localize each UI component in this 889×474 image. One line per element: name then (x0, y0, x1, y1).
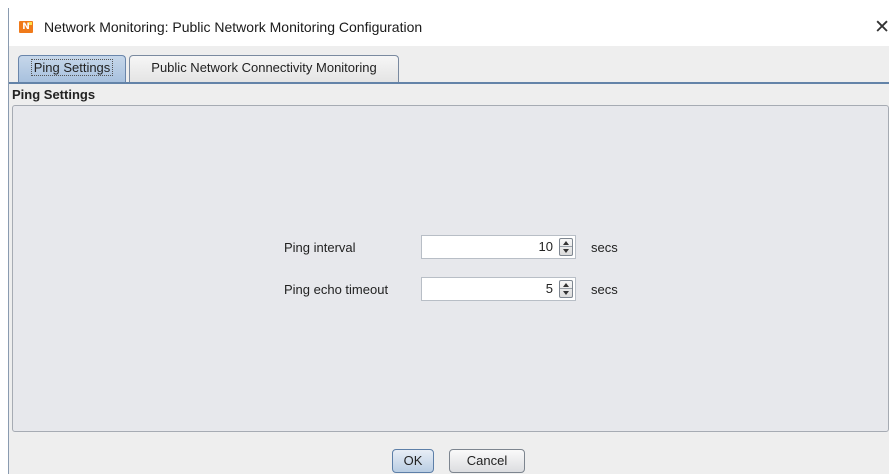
ping-echo-timeout-value[interactable]: 5 (546, 281, 553, 296)
tab-underline (9, 82, 889, 84)
close-icon[interactable]: ✕ (872, 17, 889, 37)
ping-echo-timeout-spinner[interactable]: 5 (421, 277, 576, 301)
tab-ping-settings[interactable]: Ping Settings (18, 55, 126, 82)
app-logo-icon: N (19, 21, 33, 33)
tab-strip: Ping Settings Public Network Connectivit… (9, 48, 889, 84)
spinner-up-icon[interactable] (563, 241, 569, 245)
ping-echo-timeout-unit: secs (591, 282, 618, 297)
spinner-down-icon[interactable] (563, 291, 569, 295)
ping-interval-stepper[interactable] (559, 238, 573, 256)
window-title: Network Monitoring: Public Network Monit… (44, 19, 423, 35)
dialog-window: N Network Monitoring: Public Network Mon… (8, 8, 889, 474)
tab-public-network-connectivity-monitoring[interactable]: Public Network Connectivity Monitoring (129, 55, 399, 82)
spinner-up-icon[interactable] (563, 283, 569, 287)
spinner-divider (560, 246, 572, 247)
ping-interval-label: Ping interval (284, 240, 356, 255)
ok-button[interactable]: OK (392, 449, 434, 473)
title-bar: N Network Monitoring: Public Network Mon… (9, 8, 889, 46)
cancel-button[interactable]: Cancel (449, 449, 525, 473)
spinner-down-icon[interactable] (563, 249, 569, 253)
ping-interval-spinner[interactable]: 10 (421, 235, 576, 259)
spinner-divider (560, 288, 572, 289)
ping-echo-timeout-label: Ping echo timeout (284, 282, 389, 297)
tab-public-network-label: Public Network Connectivity Monitoring (151, 60, 377, 75)
ping-interval-unit: secs (591, 240, 618, 255)
tab-ping-settings-label: Ping Settings (30, 59, 114, 76)
panel-title: Ping Settings (12, 87, 96, 102)
ping-echo-timeout-stepper[interactable] (559, 280, 573, 298)
ping-interval-value[interactable]: 10 (539, 239, 553, 254)
ping-settings-panel: Ping interval 10 secs Ping echo timeout … (12, 105, 889, 432)
